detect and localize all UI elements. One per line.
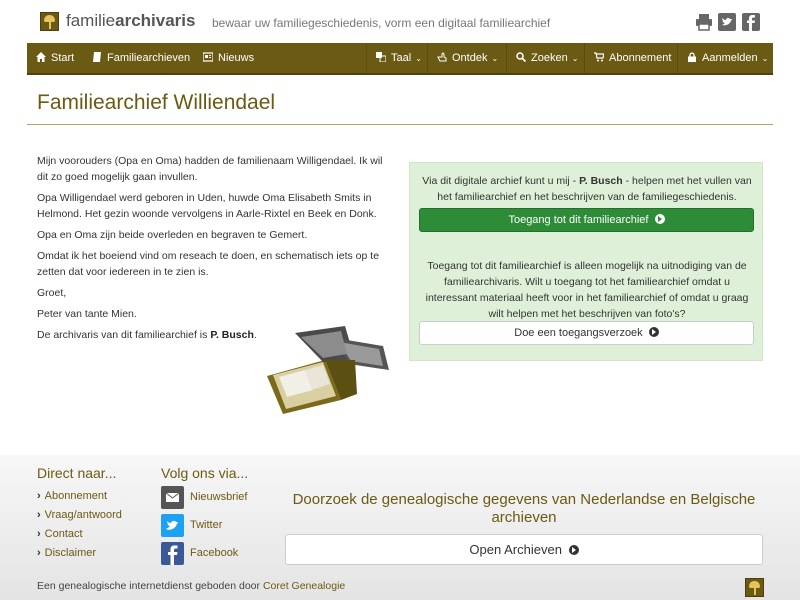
chevron-down-icon: ⌄ (415, 54, 422, 63)
facebook-icon[interactable] (742, 13, 760, 31)
lock-icon (688, 52, 696, 62)
nav-ontdek[interactable]: Ontdek ⌄ (428, 43, 507, 73)
site-logo-icon[interactable] (40, 12, 59, 31)
access-panel: Via dit digitale archief kunt u mij - P.… (409, 162, 763, 361)
site-brand[interactable]: familiearchivaris (66, 11, 195, 31)
page-title: Familiearchief Williendael (37, 91, 276, 114)
top-header: familiearchivaris bewaar uw familiegesch… (0, 0, 800, 44)
archivist-name: P. Busch (579, 175, 623, 187)
footer-logo-icon[interactable] (745, 578, 764, 597)
footer-link-facebook[interactable]: Facebook (190, 547, 238, 559)
footer-link-vraag-antwoord[interactable]: › Vraag/antwoord (37, 509, 122, 521)
nav-abonnement[interactable]: Abonnement (585, 43, 680, 73)
newsletter-icon[interactable] (161, 486, 184, 509)
chevron-right-icon: › (37, 528, 41, 540)
chevron-right-icon: › (37, 490, 41, 502)
story-paragraph: Omdat ik het boeiend vind om reseach te … (37, 250, 380, 278)
search-icon (516, 52, 526, 62)
arrow-circle-right-icon (568, 545, 579, 555)
twitter-icon[interactable] (718, 13, 736, 31)
archive-description: Mijn voorouders (Opa en Oma) hadden de f… (37, 153, 394, 348)
site-tagline: bewaar uw familiegeschiedenis, vorm een … (212, 16, 551, 30)
cart-icon (594, 52, 604, 62)
nav-aanmelden[interactable]: Aanmelden ⌄ (678, 43, 777, 73)
hand-pointer-icon (437, 52, 447, 62)
story-paragraph: Groet, (37, 287, 67, 299)
footer-follow-heading: Volg ons via... (161, 465, 249, 481)
open-archives-button[interactable]: Open Archieven (285, 534, 763, 565)
chevron-right-icon: › (37, 547, 41, 559)
arrow-circle-right-icon (654, 214, 665, 224)
chevron-right-icon: › (37, 509, 41, 521)
nav-start[interactable]: Start (27, 43, 83, 73)
access-intro: Via dit digitale archief kunt u mij - P.… (422, 175, 752, 203)
access-invite-text: Toegang tot dit familiearchief is alleen… (425, 260, 749, 320)
story-paragraph: Mijn voorouders (Opa en Oma) hadden de f… (37, 155, 383, 183)
title-divider (27, 124, 773, 125)
archivist-name: P. Busch (210, 329, 254, 341)
footer-link-abonnement[interactable]: › Abonnement (37, 490, 107, 502)
language-icon (376, 52, 386, 62)
print-icon[interactable] (695, 13, 713, 31)
archives-search-title: Doorzoek de genealogische gegevens van N… (292, 491, 756, 526)
coret-genealogie-link[interactable]: Coret Genealogie (263, 580, 345, 592)
main-navigation: Start Familiearchieven Nieuws Taal ⌄ Ontd… (27, 43, 773, 75)
newspaper-icon (203, 52, 213, 62)
chevron-down-icon: ⌄ (491, 54, 499, 63)
twitter-icon[interactable] (161, 514, 184, 537)
story-paragraph: Opa en Oma zijn beide overleden en begra… (37, 229, 308, 241)
story-paragraph: Opa Willigendael werd geboren in Uden, h… (37, 192, 377, 220)
book-icon (93, 52, 101, 62)
chevron-down-icon: ⌄ (571, 54, 579, 63)
chevron-down-icon: ⌄ (761, 54, 769, 63)
footer (0, 455, 800, 600)
archive-box-image (267, 326, 389, 414)
nav-taal[interactable]: Taal ⌄ (367, 43, 431, 73)
home-icon (36, 52, 46, 62)
nav-nieuws[interactable]: Nieuws (194, 43, 263, 73)
access-archive-button[interactable]: Toegang tot dit familiearchief (419, 208, 754, 232)
footer-link-nieuwsbrief[interactable]: Nieuwsbrief (190, 491, 247, 503)
arrow-circle-right-icon (648, 327, 659, 337)
footer-direct-heading: Direct naar... (37, 465, 117, 481)
footer-credit: Een genealogische internetdienst geboden… (37, 580, 346, 592)
footer-link-twitter[interactable]: Twitter (190, 519, 222, 531)
facebook-icon[interactable] (161, 542, 184, 565)
request-access-button[interactable]: Doe een toegangsverzoek (419, 321, 754, 345)
footer-link-disclaimer[interactable]: › Disclaimer (37, 547, 96, 559)
footer-link-contact[interactable]: › Contact (37, 528, 83, 540)
nav-zoeken[interactable]: Zoeken ⌄ (507, 43, 587, 73)
nav-familiearchieven[interactable]: Familiearchieven (83, 43, 199, 73)
